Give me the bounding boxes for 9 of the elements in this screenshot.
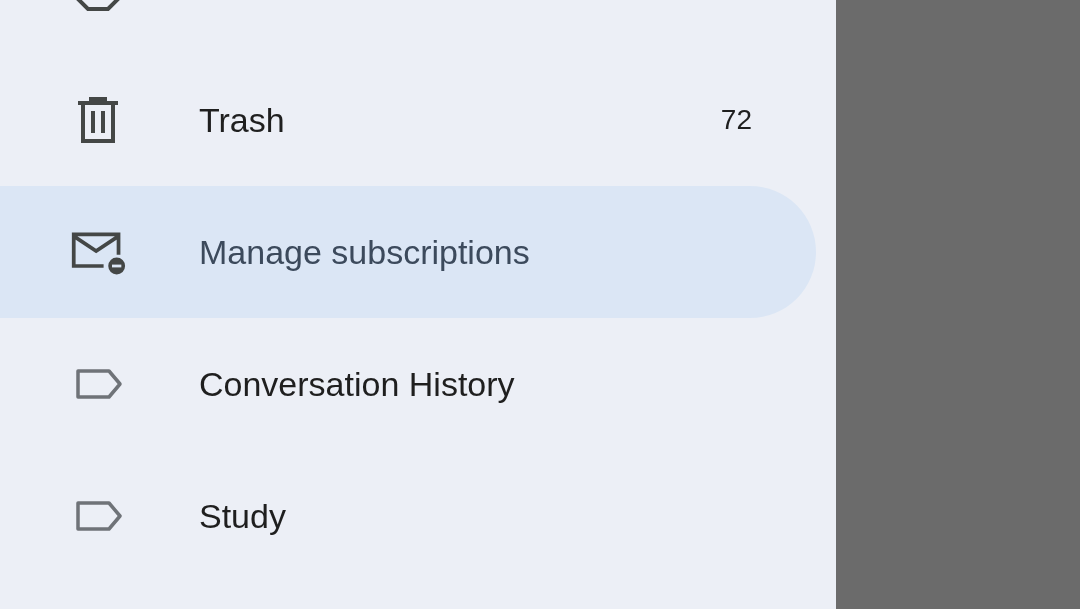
drawer-item[interactable]: Trash 72 [0,54,816,186]
drawer-item[interactable]: Conversation History [0,318,816,450]
item-label: Conversation History [199,364,516,404]
drawer-item[interactable]: Manage subscriptions [0,186,816,318]
item-label: Trash [199,100,286,140]
item-count: 72 [720,104,752,136]
item-label: Study [199,496,287,536]
drawer-item[interactable]: Study [0,450,816,582]
item-label: Manage subscriptions [199,232,531,272]
